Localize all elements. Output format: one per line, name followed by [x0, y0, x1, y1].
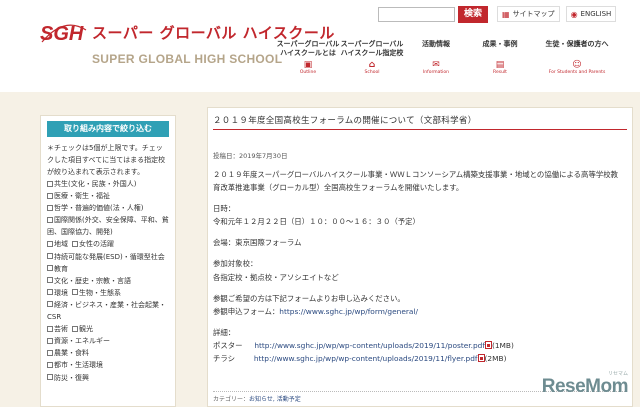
checkbox-icon[interactable] — [47, 361, 53, 368]
filter-checkbox[interactable]: 文化・歴史・宗教・言語 — [47, 275, 169, 287]
checkbox-icon[interactable] — [47, 301, 53, 308]
nav-outline[interactable]: スーパーグローバル ハイスクールとは ▣ Outline — [276, 40, 340, 75]
flyer-pdf-link[interactable]: http://www.sghc.jp/wp/wp-content/uploads… — [254, 354, 478, 363]
checkbox-icon[interactable] — [47, 180, 53, 187]
filter-checkbox[interactable]: 持続可能な発展(ESD)・循環型社会 — [47, 251, 169, 263]
sitemap-label: サイトマップ — [512, 10, 555, 18]
poster-size: (1MB) — [491, 340, 514, 350]
checkbox-icon[interactable] — [47, 253, 53, 260]
checkbox-icon[interactable] — [47, 289, 53, 296]
search-input[interactable] — [378, 7, 455, 22]
checkbox-icon[interactable] — [47, 240, 53, 247]
logo-english-text[interactable]: SUPER GLOBAL HIGH SCHOOL — [92, 52, 282, 66]
article-category: カテゴリー：お知らせ, 活動予定 — [213, 396, 301, 403]
resemom-watermark: リセマム ReseMom — [528, 370, 629, 397]
filter-checkbox[interactable]: 教育 — [47, 263, 169, 275]
venue-text: 会場：東京国際フォーラム — [213, 238, 302, 248]
watermark-text: ReseMom — [541, 376, 629, 397]
site-header: SGH スーパー グローバル ハイスクール SUPER GLOBAL HIGH … — [0, 0, 640, 92]
target-label: 参加対象校： — [213, 259, 258, 269]
result-icon: ▤ — [495, 59, 505, 70]
sgh-logo-icon[interactable]: SGH — [40, 22, 88, 44]
details-label: 詳細： — [213, 327, 236, 337]
filter-checkbox[interactable]: 生物・生態系 — [72, 287, 121, 299]
filter-checkbox[interactable]: 共生(文化・民族・外国人) — [47, 178, 169, 190]
filter-note: ＊チェックは5個が上限です。チェックした項目すべてに当てはまる指定校が絞り込まれ… — [47, 144, 166, 176]
nav-result[interactable]: 成果・事例 ▤ Result — [468, 40, 532, 75]
search-button[interactable]: 検索 — [458, 6, 488, 23]
outline-icon: ▣ — [303, 59, 313, 70]
flyer-line: チラシ http://www.sghc.jp/wp/wp-content/upl… — [213, 354, 507, 364]
filter-checkbox[interactable]: 防災・復興 — [47, 372, 169, 384]
article-panel: ２０１９年度全国高校生フォーラムの開催について（文部科学省） 投稿日：2019年… — [207, 107, 633, 407]
checkbox-icon[interactable] — [47, 216, 53, 223]
datetime-label: 日時： — [213, 204, 236, 214]
filter-row: 芸術 観光 — [47, 323, 169, 335]
checkbox-icon[interactable] — [47, 337, 53, 344]
checkbox-icon[interactable] — [47, 325, 53, 332]
filter-checkbox[interactable]: 資源・エネルギー — [47, 335, 169, 347]
checkbox-icon[interactable] — [72, 240, 78, 247]
globe-icon: ◉ — [570, 9, 578, 19]
filter-checkbox[interactable]: 女性の活躍 — [72, 238, 114, 250]
filter-checkbox[interactable]: 農業・食料 — [47, 347, 169, 359]
apply-line: 参観申込フォーム：https://www.sghc.jp/wp/form/gen… — [213, 306, 418, 316]
people-icon: ☺ — [572, 59, 582, 70]
target-value: 各指定校・拠点校・アソシエイトなど — [213, 272, 339, 282]
article-body: ２０１９年度スーパーグローバルハイスクール事業・ＷＷＬコンソーシアム構築支援事業… — [213, 168, 625, 365]
filter-checkbox[interactable]: 国際関係(外交、安全保障、平和、貧困、国際協力、開発) — [47, 214, 169, 238]
filter-checkbox[interactable]: 環境 — [47, 287, 68, 299]
filter-checkbox[interactable]: 観光 — [72, 323, 93, 335]
poster-pdf-link[interactable]: http://www.sghc.jp/wp/wp-content/uploads… — [254, 341, 485, 350]
article-intro: ２０１９年度スーパーグローバルハイスクール事業・ＷＷＬコンソーシアム構築支援事業… — [213, 170, 619, 193]
checkbox-icon[interactable] — [47, 204, 53, 211]
main-nav: スーパーグローバル ハイスクールとは ▣ Outline スーパーグローバル ハ… — [276, 40, 622, 75]
school-icon: ⌂ — [368, 59, 376, 70]
english-link[interactable]: ◉ ENGLISH — [565, 6, 617, 22]
filter-row: 地域 女性の活躍 — [47, 238, 169, 250]
datetime-value: 令和元年１２月２２日（日）１０：００～１６：３０（予定） — [213, 217, 420, 227]
english-label: ENGLISH — [580, 10, 612, 18]
pdf-icon — [484, 340, 492, 349]
sitemap-icon: ▦ — [502, 9, 510, 19]
article-date: 投稿日：2019年7月30日 — [213, 152, 288, 160]
article-title: ２０１９年度全国高校生フォーラムの開催について（文部科学省） — [213, 114, 627, 130]
filter-checkbox[interactable]: 地域 — [47, 238, 68, 250]
flyer-size: (2MB) — [484, 354, 507, 364]
checkbox-icon[interactable] — [47, 192, 53, 199]
utility-links: ▦ サイトマップ ◉ ENGLISH — [497, 6, 617, 22]
apply-form-link[interactable]: https://www.sghc.jp/wp/form/general/ — [279, 307, 418, 316]
checkbox-icon[interactable] — [47, 265, 53, 272]
sitemap-link[interactable]: ▦ サイトマップ — [497, 6, 560, 22]
poster-line: ポスター http://www.sghc.jp/wp/wp-content/up… — [213, 340, 514, 350]
filter-checkbox[interactable]: 哲学・普遍的価値(法・人権) — [47, 202, 169, 214]
checkbox-icon[interactable] — [72, 289, 78, 296]
nav-school[interactable]: スーパーグローバル ハイスクール指定校 ⌂ School — [340, 40, 404, 75]
apply-note: 参観ご希望の方は下記フォームよりお申し込みください。 — [213, 293, 405, 303]
pdf-icon — [477, 354, 485, 363]
nav-students-parents[interactable]: 生徒・保護者の方へ ☺ For Students and Parents — [532, 40, 622, 75]
filter-checkbox[interactable]: 芸術 — [47, 323, 68, 335]
checkbox-icon[interactable] — [47, 374, 53, 380]
filter-row: 環境 生物・生態系 — [47, 287, 169, 299]
filter-checkbox[interactable]: 医療・衛生・福祉 — [47, 190, 169, 202]
filter-title[interactable]: 取り組み内容で絞り込む — [47, 121, 169, 137]
filter-sidebar: 取り組み内容で絞り込む ＊チェックは5個が上限です。チェックした項目すべてに当て… — [40, 115, 176, 407]
checkbox-icon[interactable] — [72, 325, 78, 332]
information-icon: ✉ — [432, 59, 440, 70]
checkbox-icon[interactable] — [47, 277, 53, 284]
filter-checkbox[interactable]: 経済・ビジネス・産業・社会起業・CSR — [47, 299, 169, 323]
category-links[interactable]: お知らせ, 活動予定 — [249, 396, 301, 403]
checkbox-icon[interactable] — [47, 349, 53, 356]
nav-information[interactable]: 活動情報 ✉ Information — [404, 40, 468, 75]
filter-checkbox[interactable]: 都市・生活環境 — [47, 359, 169, 371]
